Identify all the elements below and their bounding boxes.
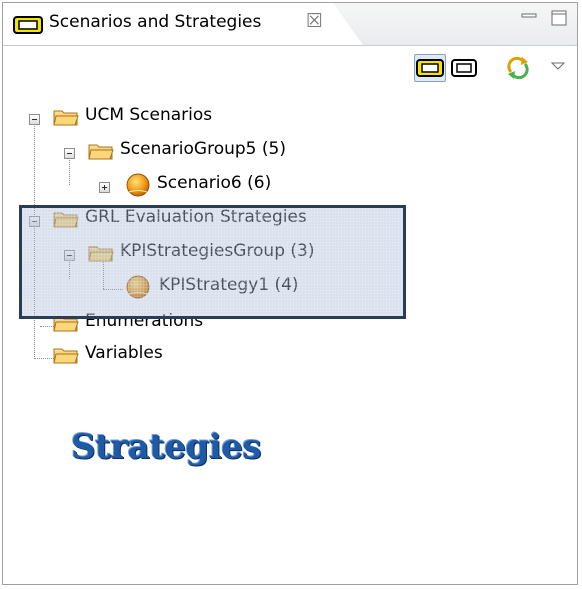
minimize-icon[interactable] <box>519 8 539 28</box>
strategies-caption: Strategies <box>71 427 262 467</box>
folder-open-icon <box>53 348 79 364</box>
sync-icon <box>507 56 529 80</box>
tree-item-enumerations[interactable]: Enumerations <box>3 307 303 339</box>
collapse-toggle-icon[interactable] <box>29 216 40 227</box>
folder-open-icon <box>88 144 114 160</box>
folder-open-icon <box>53 316 79 332</box>
tree-item-kpistrategiesgroup[interactable]: KPIStrategiesGroup (3) <box>3 237 383 269</box>
tree-item-grl-evaluation-strategies[interactable]: GRL Evaluation Strategies <box>3 203 373 235</box>
strategy-view-icon <box>451 59 477 77</box>
close-icon[interactable]: ☒ <box>306 10 323 32</box>
collapse-toggle-icon[interactable] <box>64 148 75 159</box>
grl-strategy-icon <box>126 275 150 299</box>
tree-item-label: Variables <box>85 343 163 363</box>
sync-button[interactable] <box>503 54 535 82</box>
folder-open-icon <box>53 212 79 228</box>
maximize-icon[interactable] <box>549 8 569 28</box>
view-tab-strip: Scenarios and Strategies ☒ <box>3 3 577 46</box>
view-menu-icon <box>550 62 566 70</box>
strategy-view-button[interactable] <box>449 54 481 82</box>
collapse-toggle-icon[interactable] <box>29 114 40 125</box>
view-toolbar <box>3 46 577 94</box>
tree-item-label: Enumerations <box>85 311 204 331</box>
view-menu-button[interactable] <box>546 54 570 82</box>
collapse-toggle-icon[interactable] <box>64 250 75 261</box>
scenarios-strategies-view: Scenarios and Strategies ☒ UCM Scenarios… <box>2 2 578 585</box>
tree-item-label: KPIStrategiesGroup (3) <box>120 241 315 261</box>
tree-item-scenario6[interactable]: Scenario6 (6) <box>3 169 323 201</box>
folder-open-icon <box>88 246 114 262</box>
tree-item-label: UCM Scenarios <box>85 105 213 125</box>
tree-item-scenariogroup5[interactable]: ScenarioGroup5 (5) <box>3 135 343 167</box>
scenario-tree: UCM Scenarios ScenarioGroup5 (5) Scenari… <box>3 95 577 585</box>
tree-item-kpistrategy1[interactable]: KPIStrategy1 (4) <box>3 271 383 303</box>
tree-item-label: ScenarioGroup5 (5) <box>120 139 286 159</box>
tree-item-ucm-scenarios[interactable]: UCM Scenarios <box>3 101 303 133</box>
view-tab[interactable]: Scenarios and Strategies ☒ <box>3 3 363 45</box>
scenario-view-icon <box>13 16 43 34</box>
scenario-view-button[interactable] <box>414 54 446 82</box>
tree-item-label: Scenario6 (6) <box>157 173 272 193</box>
ucm-scenario-icon <box>126 173 150 197</box>
scenario-view-icon <box>416 59 444 77</box>
view-title: Scenarios and Strategies <box>49 12 262 32</box>
tree-item-variables[interactable]: Variables <box>3 339 303 371</box>
tree-item-label: KPIStrategy1 (4) <box>159 275 299 295</box>
folder-open-icon <box>53 110 79 126</box>
tree-item-label: GRL Evaluation Strategies <box>85 207 307 227</box>
expand-toggle-icon[interactable] <box>99 182 110 193</box>
